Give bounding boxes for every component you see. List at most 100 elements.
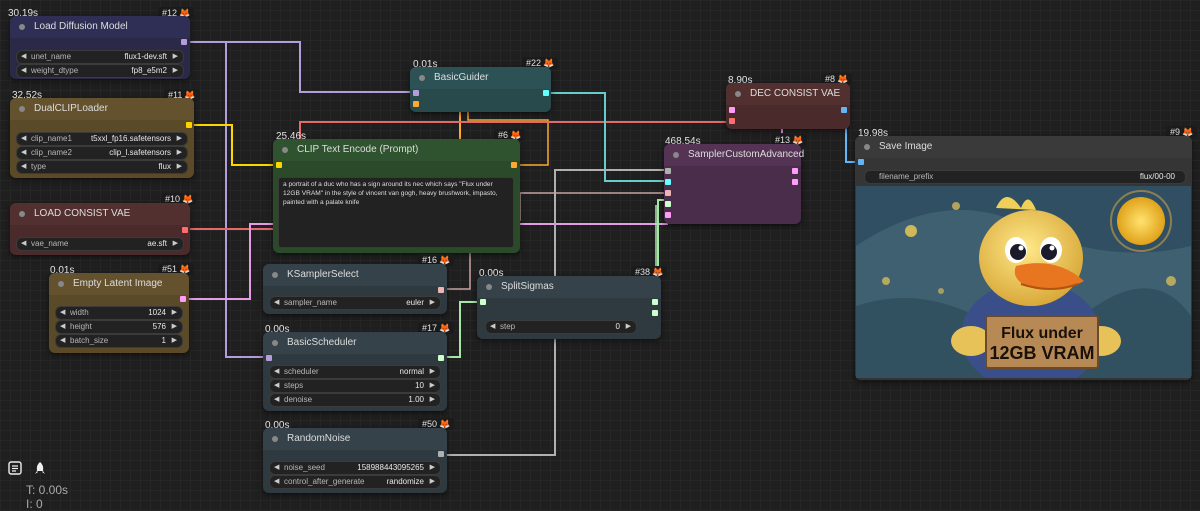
widget-sampler-name[interactable]: ◀ sampler_name euler ▶ <box>269 296 441 310</box>
node-header[interactable]: CLIP Text Encode (Prompt) <box>273 139 520 161</box>
collapse-dot-icon[interactable] <box>486 284 492 290</box>
output-slot-output[interactable] <box>792 168 798 174</box>
arrow-right-icon[interactable]: ▶ <box>172 335 177 347</box>
input-slot-guider[interactable] <box>665 179 671 185</box>
arrow-right-icon[interactable]: ▶ <box>430 476 435 488</box>
queue-list-icon[interactable] <box>5 458 25 478</box>
widget-step[interactable]: ◀ step 0 ▶ <box>485 320 637 334</box>
arrow-left-icon[interactable]: ◀ <box>60 335 65 347</box>
arrow-left-icon[interactable]: ◀ <box>274 380 279 392</box>
output-slot-image[interactable] <box>841 107 847 113</box>
arrow-right-icon[interactable]: ▶ <box>172 307 177 319</box>
output-slot-latent[interactable] <box>180 296 186 302</box>
output-slot-low-sigmas[interactable] <box>652 310 658 316</box>
node-empty-latent-image[interactable]: Empty Latent Image ◀ width 1024 ▶ ◀ height 57… <box>49 273 189 353</box>
input-slot-sampler[interactable] <box>665 190 671 196</box>
node-header[interactable]: Empty Latent Image <box>49 273 189 295</box>
arrow-left-icon[interactable]: ◀ <box>21 51 26 63</box>
input-slot-latent-image[interactable] <box>665 212 671 218</box>
arrow-left-icon[interactable]: ◀ <box>21 133 26 145</box>
prompt-textarea[interactable]: a portrait of a duc who has a sign aroun… <box>278 177 514 248</box>
node-basic-guider[interactable]: BasicGuider <box>410 67 551 112</box>
widget-width[interactable]: ◀ width 1024 ▶ <box>55 306 183 320</box>
output-slot-sigmas[interactable] <box>438 355 444 361</box>
output-slot-vae[interactable] <box>182 227 188 233</box>
widget-type[interactable]: ◀ type flux ▶ <box>16 160 188 174</box>
widget-height[interactable]: ◀ height 576 ▶ <box>55 320 183 334</box>
node-clip-text-encode[interactable]: CLIP Text Encode (Prompt) a portrait of … <box>273 139 520 253</box>
collapse-dot-icon[interactable] <box>19 24 25 30</box>
collapse-dot-icon[interactable] <box>272 340 278 346</box>
arrow-right-icon[interactable]: ▶ <box>173 51 178 63</box>
node-sampler-custom-advanced[interactable]: SamplerCustomAdvanced <box>664 144 804 224</box>
widget-steps[interactable]: ◀ steps 10 ▶ <box>269 379 441 393</box>
node-ksampler-select[interactable]: KSamplerSelect ◀ sampler_name euler ▶ <box>263 264 447 314</box>
widget-noise-seed[interactable]: ◀ noise_seed 158988443095265 ▶ <box>269 461 441 475</box>
widget-control-after-generate[interactable]: ◀ control_after_generate randomize ▶ <box>269 475 441 489</box>
node-header[interactable]: BasicGuider <box>410 67 551 89</box>
widget-unet-name[interactable]: ◀ unet_name flux1-dev.sft ▶ <box>16 50 184 64</box>
input-slot-vae[interactable] <box>729 118 735 124</box>
output-slot-clip[interactable] <box>186 122 192 128</box>
arrow-right-icon[interactable]: ▶ <box>177 147 182 159</box>
output-slot-noise[interactable] <box>438 451 444 457</box>
widget-vae-name[interactable]: ◀ vae_name ae.sft ▶ <box>16 237 184 251</box>
widget-weight-dtype[interactable]: ◀ weight_dtype fp8_e5m2 ▶ <box>16 64 184 78</box>
arrow-left-icon[interactable]: ◀ <box>490 321 495 333</box>
arrow-right-icon[interactable]: ▶ <box>430 380 435 392</box>
output-slot-high-sigmas[interactable] <box>652 299 658 305</box>
rocket-icon[interactable] <box>30 458 50 478</box>
output-slot-denoised-output[interactable] <box>792 179 798 185</box>
arrow-right-icon[interactable]: ▶ <box>430 366 435 378</box>
collapse-dot-icon[interactable] <box>864 144 870 150</box>
arrow-right-icon[interactable]: ▶ <box>173 65 178 77</box>
collapse-dot-icon[interactable] <box>272 436 278 442</box>
widget-clip-name2[interactable]: ◀ clip_name2 clip_l.safetensors ▶ <box>16 146 188 160</box>
widget-scheduler[interactable]: ◀ scheduler normal ▶ <box>269 365 441 379</box>
node-header[interactable]: Save Image <box>855 136 1192 158</box>
arrow-left-icon[interactable]: ◀ <box>274 366 279 378</box>
node-header[interactable]: DEC CONSIST VAE <box>726 83 850 105</box>
node-load-diffusion-model[interactable]: Load Diffusion Model ◀ unet_name flux1-dev… <box>10 16 190 79</box>
arrow-left-icon[interactable]: ◀ <box>274 462 279 474</box>
input-slot-conditioning[interactable] <box>413 101 419 107</box>
input-slot-sigmas[interactable] <box>665 201 671 207</box>
node-header[interactable]: KSamplerSelect <box>263 264 447 286</box>
input-slot-samples[interactable] <box>729 107 735 113</box>
arrow-left-icon[interactable]: ◀ <box>60 307 65 319</box>
arrow-left-icon[interactable]: ◀ <box>21 238 26 250</box>
output-image-preview[interactable]: Flux under 12GB VRAM <box>856 186 1191 378</box>
node-header[interactable]: Load Diffusion Model <box>10 16 190 38</box>
node-header[interactable]: BasicScheduler <box>263 332 447 354</box>
arrow-right-icon[interactable]: ▶ <box>430 394 435 406</box>
arrow-left-icon[interactable]: ◀ <box>274 297 279 309</box>
node-save-image[interactable]: Save Image filename_prefix flux/00-00 Fl… <box>855 136 1192 380</box>
collapse-dot-icon[interactable] <box>282 147 288 153</box>
arrow-right-icon[interactable]: ▶ <box>430 462 435 474</box>
arrow-left-icon[interactable]: ◀ <box>21 65 26 77</box>
arrow-left-icon[interactable]: ◀ <box>274 476 279 488</box>
arrow-right-icon[interactable]: ▶ <box>177 133 182 145</box>
input-slot-noise[interactable] <box>665 168 671 174</box>
arrow-right-icon[interactable]: ▶ <box>430 297 435 309</box>
node-header[interactable]: RandomNoise <box>263 428 447 450</box>
widget-batch-size[interactable]: ◀ batch_size 1 ▶ <box>55 334 183 348</box>
arrow-right-icon[interactable]: ▶ <box>172 321 177 333</box>
arrow-left-icon[interactable]: ◀ <box>21 161 26 173</box>
output-slot-model[interactable] <box>181 39 187 45</box>
node-dec-consist-vae[interactable]: DEC CONSIST VAE <box>726 83 850 129</box>
arrow-right-icon[interactable]: ▶ <box>173 238 178 250</box>
collapse-dot-icon[interactable] <box>19 211 25 217</box>
widget-filename-prefix[interactable]: filename_prefix flux/00-00 <box>864 170 1186 184</box>
output-slot-guider[interactable] <box>543 90 549 96</box>
input-slot-images[interactable] <box>858 159 864 165</box>
widget-clip-name1[interactable]: ◀ clip_name1 t5xxl_fp16.safetensors ▶ <box>16 132 188 146</box>
widget-denoise[interactable]: ◀ denoise 1.00 ▶ <box>269 393 441 407</box>
arrow-left-icon[interactable]: ◀ <box>21 147 26 159</box>
node-split-sigmas[interactable]: SplitSigmas ◀ step 0 ▶ <box>477 276 661 339</box>
node-header[interactable]: DualCLIPLoader <box>10 98 194 120</box>
node-dual-clip-loader[interactable]: DualCLIPLoader ◀ clip_name1 t5xxl_fp16.saf… <box>10 98 194 178</box>
arrow-right-icon[interactable]: ▶ <box>177 161 182 173</box>
arrow-left-icon[interactable]: ◀ <box>60 321 65 333</box>
node-header[interactable]: SamplerCustomAdvanced <box>664 144 804 166</box>
